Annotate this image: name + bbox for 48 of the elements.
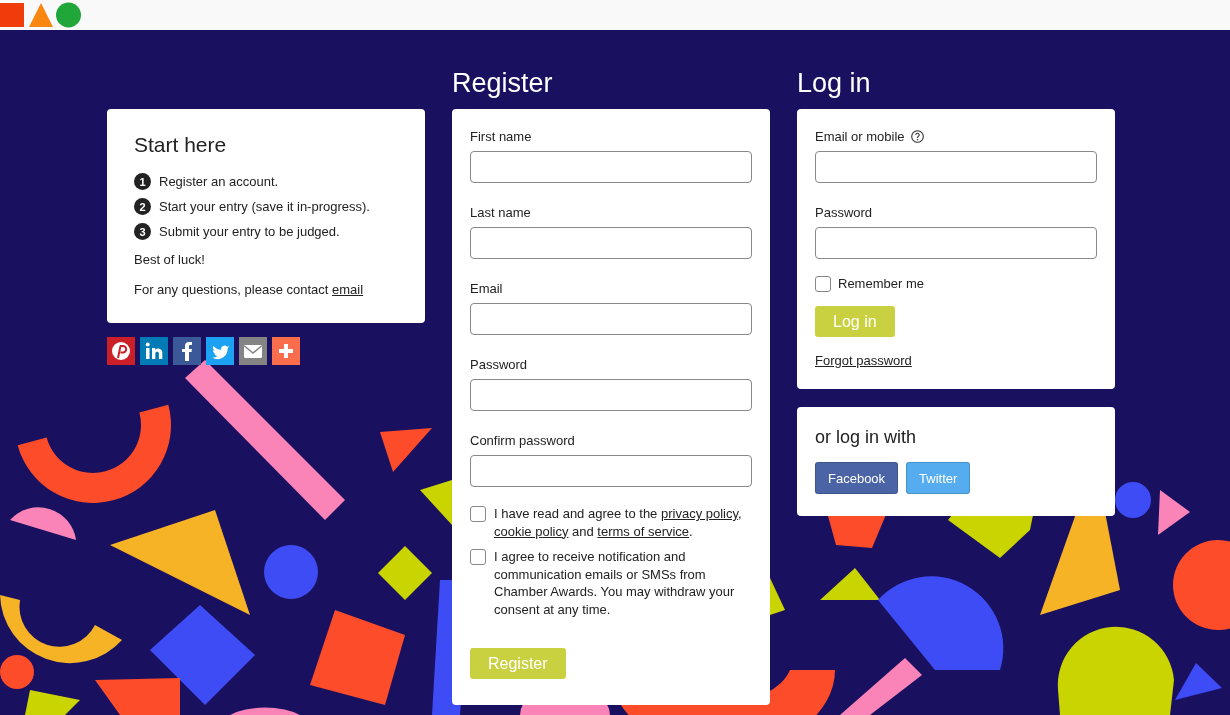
help-icon xyxy=(910,130,924,143)
input-field[interactable] xyxy=(815,151,1097,183)
forgot-password-link[interactable]: Forgot password xyxy=(815,353,912,368)
field-label: Confirm password xyxy=(470,433,576,448)
section-heading: Log in xyxy=(797,67,872,100)
field-label: Email or mobile xyxy=(815,129,905,144)
contact-text: For any questions, please contact email xyxy=(134,282,365,297)
field-label: Last name xyxy=(470,205,532,220)
plus-icon xyxy=(276,341,296,361)
consent-text: I have read and agree to the privacy policy, cookie policy and terms of service. xyxy=(494,505,743,540)
section-heading: Register xyxy=(452,67,554,100)
input-field[interactable] xyxy=(470,303,752,335)
linkedin-icon xyxy=(144,341,164,361)
share-button[interactable] xyxy=(107,337,135,365)
step-text: Start your entry (save it in-progress). xyxy=(159,199,370,214)
share-button[interactable] xyxy=(140,337,168,365)
note-text: Best of luck! xyxy=(134,252,206,267)
field-label: Password xyxy=(470,357,529,372)
input-field[interactable] xyxy=(470,379,752,411)
input-field[interactable] xyxy=(470,227,752,259)
consent-text: I agree to receive notification and communication emails or SMSs from Chamber Awards. You may withdraw your consent at any time. xyxy=(494,548,736,618)
field-label: First name xyxy=(470,129,533,144)
step-number: 2 xyxy=(134,198,151,215)
input-field[interactable] xyxy=(815,227,1097,259)
step-number: 1 xyxy=(134,173,151,190)
checkbox-label: Remember me xyxy=(838,276,924,291)
policy-link[interactable]: cookie policy xyxy=(494,523,569,539)
share-button[interactable] xyxy=(272,337,300,365)
share-button[interactable] xyxy=(173,337,201,365)
card-title: Start here xyxy=(134,133,228,157)
checkbox[interactable] xyxy=(470,549,486,565)
policy-link[interactable]: terms of service xyxy=(597,523,690,539)
step-number: 3 xyxy=(134,223,151,240)
field-label: Password xyxy=(815,205,873,220)
share-button[interactable] xyxy=(239,337,267,365)
share-button[interactable] xyxy=(206,337,234,365)
pinterest-icon xyxy=(111,341,131,361)
field-label: Email xyxy=(470,281,504,296)
input-field[interactable] xyxy=(470,455,752,487)
social-login-button[interactable]: Facebook xyxy=(815,462,899,494)
step-text: Submit your entry to be judged. xyxy=(159,224,340,239)
checkbox[interactable] xyxy=(815,276,831,292)
step-text: Register an account. xyxy=(159,174,279,189)
logo-icon xyxy=(0,2,82,28)
input-field[interactable] xyxy=(470,151,752,183)
checkbox[interactable] xyxy=(470,506,486,522)
email-link[interactable]: email xyxy=(332,282,364,297)
card-title: or log in with xyxy=(815,427,918,448)
